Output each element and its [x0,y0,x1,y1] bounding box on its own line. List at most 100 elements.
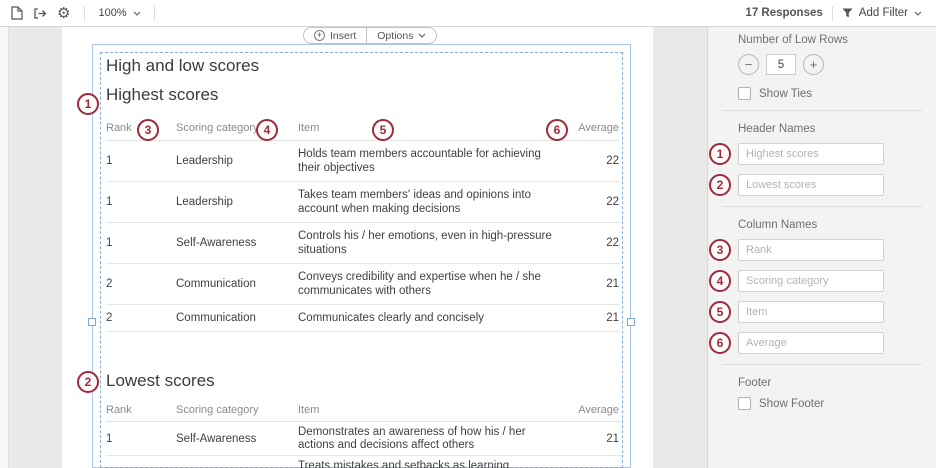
column-header-category: Scoring category [176,399,298,422]
annotation-callout-3: 3 [137,119,159,141]
sidebar-divider [722,364,922,365]
chevron-down-icon [133,11,141,16]
increment-button[interactable]: + [803,54,824,75]
rank-column-name-input[interactable] [738,239,884,261]
lowest-scores-section[interactable]: Lowest scores Rank Scoring category Item… [106,371,620,468]
table-row: 1 Leadership Takes team members' ideas a… [106,182,620,223]
options-button[interactable]: Options [366,27,437,44]
show-footer-option[interactable]: Show Footer [738,397,922,410]
toolbar-divider [84,6,85,21]
cell-category: Communication [176,264,298,305]
pdf-document-icon [11,6,23,20]
zoom-value: 100% [98,7,126,19]
cell-category: Self-Awareness [176,223,298,264]
toolbar-right-group: 17 Responses Add Filter [745,6,936,21]
cell-item: Holds team members accountable for achie… [298,141,566,182]
low-rows-value[interactable]: 5 [766,54,796,75]
filter-funnel-icon [842,8,853,18]
table-row: 1 Self-Awareness Controls his / her emot… [106,223,620,264]
highest-scores-heading: Highest scores [106,85,620,105]
plus-icon: + [810,57,818,72]
annotation-callout-2: 2 [77,371,99,393]
table-row: 2 Communication Communicates clearly and… [106,305,620,332]
column-header-item: Item [298,399,566,422]
responses-count: 17 Responses [745,7,822,19]
table-row: 1 Leadership Holds team members accounta… [106,141,620,182]
widget-title: High and low scores [106,56,620,76]
chevron-down-icon [418,33,426,38]
cell-item: Communicates clearly and concisely [298,305,566,332]
low-rows-stepper: − 5 + [738,54,922,75]
cell-rank: 2 [106,264,176,305]
header-name-field-row: 2 [738,174,884,196]
average-column-name-input[interactable] [738,332,884,354]
cell-rank: 1 [106,422,176,456]
footer-label: Footer [738,377,922,389]
show-footer-checkbox[interactable] [738,397,751,410]
annotation-callout-5: 5 [372,119,394,141]
lowest-scores-name-input[interactable] [738,174,884,196]
gear-icon: ⚙ [57,6,70,21]
annotation-callout-3: 3 [709,239,731,261]
cell-average: 22 [566,141,620,182]
high-low-scores-widget[interactable]: High and low scores Highest scores Rank … [106,56,620,332]
category-column-name-input[interactable] [738,270,884,292]
insert-label: Insert [330,30,356,42]
low-rows-label: Number of Low Rows [738,34,922,46]
item-column-name-input[interactable] [738,301,884,323]
show-ties-checkbox[interactable] [738,87,751,100]
cell-category: Self-Awareness [176,422,298,456]
column-name-field-row: 5 [738,301,884,323]
chevron-down-icon [914,11,922,16]
minus-icon: − [745,57,753,72]
column-name-field-row: 4 [738,270,884,292]
cell-average [566,456,620,468]
add-filter-button[interactable]: Add Filter [842,7,922,19]
header-name-field-row: 1 [738,143,884,165]
header-names-label: Header Names [738,123,922,135]
table-row: 1 Self-Awareness Demonstrates an awarene… [106,422,620,456]
pdf-export-button[interactable] [6,3,28,23]
annotation-callout-2: 2 [709,174,731,196]
cell-item: Demonstrates an awareness of how his / h… [298,422,566,456]
lowest-scores-table: Rank Scoring category Item Average 1 Sel… [106,399,620,468]
table-row: Treats mistakes and setbacks as learning [106,456,620,468]
table-row: 2 Communication Conveys credibility and … [106,264,620,305]
annotation-callout-4: 4 [709,270,731,292]
cell-item: Takes team members' ideas and opinions i… [298,182,566,223]
settings-button[interactable]: ⚙ [52,3,75,24]
highest-scores-table: Rank Scoring category Item Average 1 Lea… [106,116,620,332]
left-rail [0,27,9,468]
cell-category: Leadership [176,182,298,223]
cell-average: 21 [566,422,620,456]
cell-average: 21 [566,305,620,332]
export-button[interactable] [28,4,52,23]
annotation-callout-4: 4 [256,119,278,141]
insert-button[interactable]: + Insert [303,27,367,44]
column-names-label: Column Names [738,219,922,231]
cell-item: Controls his / her emotions, even in hig… [298,223,566,264]
annotation-callout-1: 1 [709,143,731,165]
settings-sidebar: Number of Low Rows − 5 + Show Ties Heade… [707,27,936,468]
cell-item: Conveys credibility and expertise when h… [298,264,566,305]
top-toolbar: ⚙ 100% 17 Responses Add Filter [0,0,936,27]
table-header-row: Rank Scoring category Item Average [106,116,620,141]
column-name-field-row: 3 [738,239,884,261]
cell-category: Communication [176,305,298,332]
cell-item: Treats mistakes and setbacks as learning [298,456,566,468]
highest-scores-name-input[interactable] [738,143,884,165]
page-action-buttons: + Insert Options [303,27,437,44]
show-footer-label: Show Footer [759,398,824,410]
cell-rank [106,456,176,468]
annotation-callout-1: 1 [77,93,99,115]
decrement-button[interactable]: − [738,54,759,75]
show-ties-option[interactable]: Show Ties [738,87,922,100]
plus-icon: + [314,30,325,41]
resize-handle-right[interactable] [627,318,635,326]
zoom-dropdown[interactable]: 100% [94,5,144,21]
column-header-average: Average [566,399,620,422]
resize-handle-left[interactable] [88,318,96,326]
sidebar-divider [722,110,922,111]
export-arrow-icon [33,7,47,20]
cell-rank: 1 [106,223,176,264]
